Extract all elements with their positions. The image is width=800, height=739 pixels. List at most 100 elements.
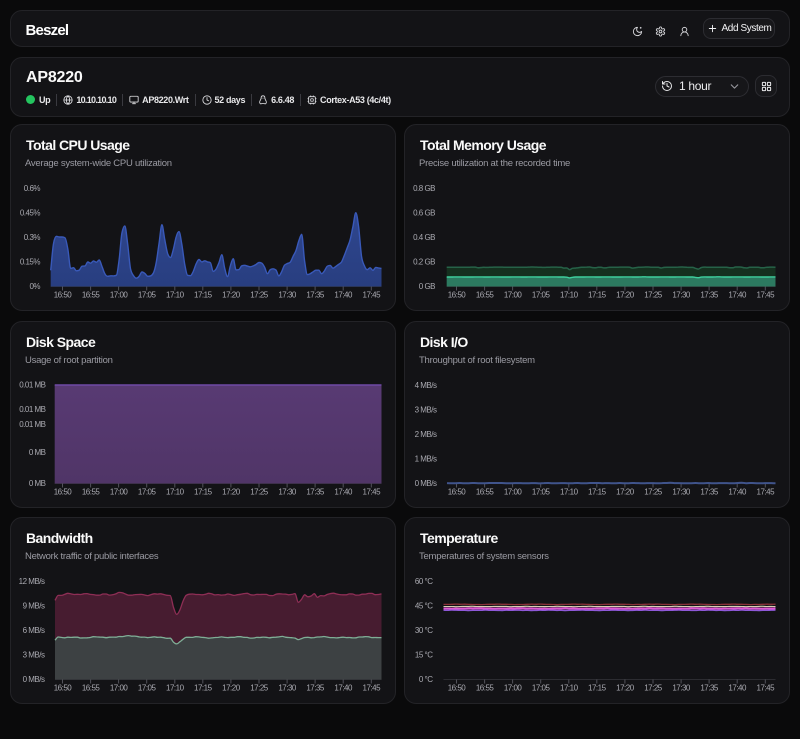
- svg-text:17:45: 17:45: [363, 291, 382, 300]
- svg-text:16:50: 16:50: [448, 488, 467, 497]
- svg-text:2 MB/s: 2 MB/s: [415, 430, 437, 439]
- svg-text:17:20: 17:20: [222, 488, 241, 497]
- svg-text:16:50: 16:50: [54, 488, 73, 497]
- svg-text:17:20: 17:20: [222, 291, 241, 300]
- svg-text:3 MB/s: 3 MB/s: [415, 406, 437, 415]
- svg-text:17:10: 17:10: [560, 488, 579, 497]
- svg-text:17:40: 17:40: [334, 684, 353, 693]
- svg-text:17:30: 17:30: [278, 488, 297, 497]
- svg-text:17:35: 17:35: [306, 684, 325, 693]
- svg-text:17:30: 17:30: [672, 291, 691, 300]
- svg-text:17:35: 17:35: [306, 291, 325, 300]
- svg-text:17:10: 17:10: [166, 684, 185, 693]
- svg-text:16:55: 16:55: [476, 291, 495, 300]
- svg-text:17:10: 17:10: [166, 488, 185, 497]
- svg-text:30 °C: 30 °C: [415, 626, 433, 635]
- svg-text:16:55: 16:55: [82, 291, 101, 300]
- svg-text:17:10: 17:10: [560, 684, 579, 693]
- svg-text:9 MB/s: 9 MB/s: [23, 602, 45, 611]
- svg-text:0.6%: 0.6%: [24, 184, 41, 193]
- svg-text:0.01 MB: 0.01 MB: [19, 420, 45, 429]
- svg-text:17:15: 17:15: [588, 684, 607, 693]
- svg-text:16:50: 16:50: [448, 684, 467, 693]
- svg-text:17:00: 17:00: [504, 684, 523, 693]
- svg-text:45 °C: 45 °C: [415, 602, 433, 611]
- svg-text:17:40: 17:40: [728, 291, 747, 300]
- svg-text:16:55: 16:55: [82, 684, 101, 693]
- svg-text:17:25: 17:25: [250, 291, 269, 300]
- svg-text:17:45: 17:45: [363, 488, 382, 497]
- svg-text:17:30: 17:30: [278, 291, 297, 300]
- svg-text:17:05: 17:05: [138, 488, 157, 497]
- svg-text:17:00: 17:00: [110, 488, 129, 497]
- svg-text:16:50: 16:50: [54, 684, 73, 693]
- svg-text:17:40: 17:40: [728, 488, 747, 497]
- svg-text:0.6 GB: 0.6 GB: [413, 209, 435, 218]
- svg-text:17:15: 17:15: [588, 291, 607, 300]
- svg-text:0.15%: 0.15%: [20, 258, 41, 267]
- svg-text:0.4 GB: 0.4 GB: [413, 233, 435, 242]
- svg-text:17:45: 17:45: [363, 684, 382, 693]
- svg-text:0.3%: 0.3%: [24, 233, 41, 242]
- svg-text:17:20: 17:20: [222, 684, 241, 693]
- svg-text:4 MB/s: 4 MB/s: [415, 381, 437, 390]
- svg-text:0.2 GB: 0.2 GB: [413, 258, 435, 267]
- svg-text:17:05: 17:05: [532, 488, 551, 497]
- svg-text:17:00: 17:00: [504, 291, 523, 300]
- svg-text:17:05: 17:05: [532, 291, 551, 300]
- svg-text:0 MB/s: 0 MB/s: [23, 675, 45, 684]
- svg-text:0 MB/s: 0 MB/s: [415, 479, 437, 488]
- svg-text:17:20: 17:20: [616, 684, 635, 693]
- svg-text:6 MB/s: 6 MB/s: [23, 626, 45, 635]
- svg-text:17:10: 17:10: [560, 291, 579, 300]
- svg-text:0.01 MB: 0.01 MB: [19, 405, 45, 414]
- svg-text:16:55: 16:55: [476, 684, 495, 693]
- svg-text:17:25: 17:25: [250, 488, 269, 497]
- svg-text:0 MB: 0 MB: [29, 448, 46, 457]
- svg-text:17:05: 17:05: [138, 684, 157, 693]
- svg-text:17:40: 17:40: [728, 684, 747, 693]
- svg-text:15 °C: 15 °C: [415, 651, 433, 660]
- svg-text:17:00: 17:00: [110, 684, 129, 693]
- svg-text:0 °C: 0 °C: [419, 675, 433, 684]
- svg-text:16:55: 16:55: [82, 488, 101, 497]
- svg-text:17:00: 17:00: [504, 488, 523, 497]
- svg-text:0.45%: 0.45%: [20, 209, 41, 218]
- svg-text:17:30: 17:30: [672, 488, 691, 497]
- svg-text:17:30: 17:30: [672, 684, 691, 693]
- svg-text:12 MB/s: 12 MB/s: [19, 577, 45, 586]
- svg-text:17:00: 17:00: [110, 291, 129, 300]
- svg-text:17:15: 17:15: [194, 684, 213, 693]
- svg-text:17:35: 17:35: [306, 488, 325, 497]
- svg-text:0.01 MB: 0.01 MB: [19, 381, 45, 390]
- svg-text:17:15: 17:15: [194, 291, 213, 300]
- svg-text:17:40: 17:40: [334, 291, 353, 300]
- svg-text:0 MB: 0 MB: [29, 479, 46, 488]
- svg-text:17:15: 17:15: [194, 488, 213, 497]
- svg-text:16:50: 16:50: [54, 291, 73, 300]
- svg-text:0%: 0%: [29, 282, 40, 291]
- svg-text:17:45: 17:45: [757, 684, 776, 693]
- svg-text:16:55: 16:55: [476, 488, 495, 497]
- svg-text:17:35: 17:35: [700, 488, 719, 497]
- svg-text:1 MB/s: 1 MB/s: [415, 455, 437, 464]
- svg-text:17:20: 17:20: [616, 488, 635, 497]
- svg-text:0 GB: 0 GB: [419, 282, 435, 291]
- svg-text:17:35: 17:35: [700, 684, 719, 693]
- svg-text:17:40: 17:40: [334, 488, 353, 497]
- svg-text:3 MB/s: 3 MB/s: [23, 651, 45, 660]
- svg-text:60 °C: 60 °C: [415, 577, 433, 586]
- svg-text:17:25: 17:25: [644, 684, 663, 693]
- svg-text:17:10: 17:10: [166, 291, 185, 300]
- svg-text:17:25: 17:25: [644, 488, 663, 497]
- svg-text:17:15: 17:15: [588, 488, 607, 497]
- svg-text:17:25: 17:25: [250, 684, 269, 693]
- svg-text:17:05: 17:05: [138, 291, 157, 300]
- svg-text:17:35: 17:35: [700, 291, 719, 300]
- svg-text:0.8 GB: 0.8 GB: [413, 184, 435, 193]
- svg-text:17:25: 17:25: [644, 291, 663, 300]
- svg-text:17:30: 17:30: [278, 684, 297, 693]
- svg-text:16:50: 16:50: [448, 291, 467, 300]
- svg-text:17:45: 17:45: [757, 291, 776, 300]
- svg-text:17:45: 17:45: [757, 488, 776, 497]
